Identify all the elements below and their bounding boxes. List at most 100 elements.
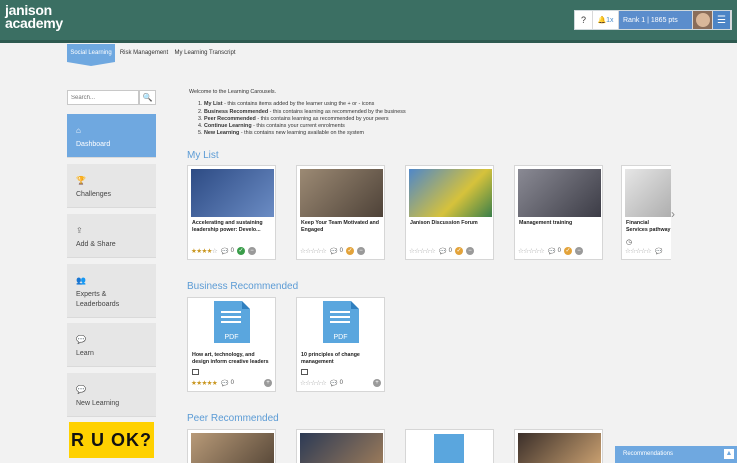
search-button[interactable]: 🔍 bbox=[139, 90, 156, 105]
learning-card[interactable]: Keep Your Team Motivated and Engaged ☆☆☆… bbox=[296, 165, 385, 260]
comment-count: 0 bbox=[557, 248, 561, 254]
add-icon[interactable]: + bbox=[264, 379, 272, 387]
list-item: Peer Recommended - this contains learnin… bbox=[204, 116, 449, 123]
comment-count: 0 bbox=[339, 248, 343, 254]
trophy-icon: 🏆 bbox=[76, 176, 86, 185]
card-title: How art, technology, and design inform c… bbox=[192, 352, 269, 365]
in-progress-icon[interactable]: ✓ bbox=[345, 247, 354, 255]
learning-card[interactable]: Management training ☆☆☆☆☆ 💬 0 ✓ − bbox=[514, 165, 603, 260]
comment-icon: 💬 bbox=[548, 248, 556, 255]
card-title: Financial Services pathway bbox=[626, 220, 671, 233]
comment-icon: 💬 bbox=[330, 248, 338, 255]
in-progress-icon[interactable]: ✓ bbox=[454, 247, 463, 255]
sidebar-item-experts-leaderboards[interactable]: 👥 Experts & Leaderboards bbox=[67, 264, 156, 318]
list-item: New Learning - this contains new learnin… bbox=[204, 130, 449, 137]
sidebar-item-dashboard[interactable]: ⌂ Dashboard bbox=[67, 114, 156, 158]
section-title-business-recommended[interactable]: Business Recommended bbox=[187, 281, 298, 292]
rating-stars[interactable]: ☆☆☆☆☆ bbox=[409, 247, 436, 255]
comments-icon: 💬 bbox=[76, 335, 86, 344]
learning-card[interactable] bbox=[405, 429, 494, 463]
tab-social-learning[interactable]: Social Learning bbox=[67, 44, 115, 66]
learning-card[interactable]: Accelerating and sustaining leadership p… bbox=[187, 165, 276, 260]
chevron-up-icon[interactable]: ▲ bbox=[724, 449, 734, 459]
learning-card[interactable]: PDF How art, technology, and design info… bbox=[187, 297, 276, 392]
comment-icon: 💬 bbox=[221, 248, 229, 255]
notifications-button[interactable]: 🔔 1x bbox=[593, 11, 619, 29]
avatar-face bbox=[695, 13, 710, 27]
section-title-my-list[interactable]: My List bbox=[187, 150, 219, 161]
rank-badge[interactable]: Rank 1 | 1865 pts bbox=[619, 11, 693, 29]
add-icon[interactable]: + bbox=[373, 379, 381, 387]
pdf-label: PDF bbox=[333, 334, 348, 341]
pdf-lines bbox=[329, 311, 350, 326]
sidebar-item-new-learning[interactable]: 💬 New Learning bbox=[67, 373, 156, 417]
header-stripe bbox=[0, 40, 737, 43]
bell-icon: 🔔 bbox=[597, 17, 607, 24]
card-thumbnail bbox=[518, 433, 601, 463]
pdf-icon: PDF bbox=[213, 301, 250, 343]
card-title: 10 principles of change management bbox=[301, 352, 360, 365]
home-icon: ⌂ bbox=[76, 126, 81, 135]
hamburger-menu-button[interactable]: ☰ bbox=[713, 11, 731, 29]
help-button[interactable]: ? bbox=[575, 11, 593, 29]
remove-icon[interactable]: − bbox=[574, 247, 583, 255]
logo-line-2: academy bbox=[5, 15, 63, 31]
tab-risk-management[interactable]: Risk Management bbox=[119, 44, 169, 62]
header-controls: ? 🔔 1x Rank 1 | 1865 pts ☰ bbox=[574, 10, 732, 30]
card-meta: ★★★★★ 💬 0 + bbox=[191, 378, 272, 388]
carousel-next-icon[interactable]: › bbox=[671, 207, 675, 221]
card-title: Janison Discussion Forum bbox=[410, 220, 478, 226]
users-icon: 👥 bbox=[76, 276, 86, 285]
pdf-icon: PDF bbox=[322, 301, 359, 343]
card-title: Accelerating and sustaining leadership p… bbox=[192, 220, 263, 233]
learning-card[interactable]: Janison Discussion Forum ☆☆☆☆☆ 💬 0 ✓ − bbox=[405, 165, 494, 260]
sidebar-item-label: Learn bbox=[76, 350, 94, 357]
rating-stars[interactable]: ☆☆☆☆☆ bbox=[625, 247, 652, 255]
comments-icon: 💬 bbox=[76, 385, 86, 394]
comment-count: 0 bbox=[230, 380, 234, 386]
in-progress-icon[interactable]: ✓ bbox=[563, 247, 572, 255]
learning-card[interactable] bbox=[187, 429, 276, 463]
sidebar-item-learn[interactable]: 💬 Learn bbox=[67, 323, 156, 367]
list-item: My List - this contains items added by t… bbox=[204, 101, 449, 108]
card-meta: ☆☆☆☆☆ 💬 0 + bbox=[300, 378, 381, 388]
comment-count: 0 bbox=[448, 248, 452, 254]
comment-icon: 💬 bbox=[330, 380, 338, 387]
avatar[interactable] bbox=[693, 11, 713, 29]
remove-icon[interactable]: − bbox=[247, 247, 256, 255]
section-title-peer-recommended[interactable]: Peer Recommended bbox=[187, 413, 279, 424]
learning-card[interactable] bbox=[514, 429, 603, 463]
completed-icon[interactable]: ✓ bbox=[236, 247, 245, 255]
tab-bar: Social Learning Risk Management My Learn… bbox=[0, 44, 737, 66]
rating-stars[interactable]: ☆☆☆☆☆ bbox=[518, 247, 545, 255]
tab-my-learning-transcript[interactable]: My Learning Transcript bbox=[174, 44, 236, 62]
ruok-banner[interactable]: R U OK? bbox=[69, 422, 154, 458]
comment-count: 0 bbox=[230, 248, 234, 254]
rating-stars[interactable]: ★★★★★ bbox=[191, 379, 218, 387]
card-meta: ★★★★☆ 💬 0 ✓ − bbox=[191, 246, 272, 256]
learning-card[interactable]: Financial Services pathway ◷ ☆☆☆☆☆ 💬 bbox=[621, 165, 671, 260]
learning-card[interactable] bbox=[296, 429, 385, 463]
recommendations-panel[interactable]: Recommendations ▲ bbox=[615, 446, 737, 463]
upload-icon: ⇪ bbox=[76, 226, 83, 235]
comment-icon: 💬 bbox=[439, 248, 447, 255]
rating-stars[interactable]: ☆☆☆☆☆ bbox=[300, 247, 327, 255]
list-item: Continue Learning - this contains your c… bbox=[204, 123, 449, 130]
sidebar-item-challenges[interactable]: 🏆 Challenges bbox=[67, 164, 156, 208]
comment-icon: 💬 bbox=[655, 248, 663, 255]
pdf-label: PDF bbox=[224, 334, 239, 341]
search-input[interactable] bbox=[67, 90, 139, 105]
learning-card[interactable]: PDF 10 principles of change management ☆… bbox=[296, 297, 385, 392]
top-header: janison academy ? 🔔 1x Rank 1 | 1865 pts … bbox=[0, 0, 737, 43]
card-thumbnail bbox=[191, 433, 274, 463]
search-icon: 🔍 bbox=[142, 93, 153, 102]
list-item: Business Recommended - this contains lea… bbox=[204, 109, 449, 116]
rating-stars[interactable]: ☆☆☆☆☆ bbox=[300, 379, 327, 387]
remove-icon[interactable]: − bbox=[465, 247, 474, 255]
rating-stars[interactable]: ★★★★☆ bbox=[191, 247, 218, 255]
comment-icon: 💬 bbox=[221, 380, 229, 387]
remove-icon[interactable]: − bbox=[356, 247, 365, 255]
sidebar-item-label: Challenges bbox=[76, 191, 112, 198]
janison-logo[interactable]: janison academy bbox=[5, 3, 63, 31]
sidebar-item-add-share[interactable]: ⇪ Add & Share bbox=[67, 214, 156, 258]
